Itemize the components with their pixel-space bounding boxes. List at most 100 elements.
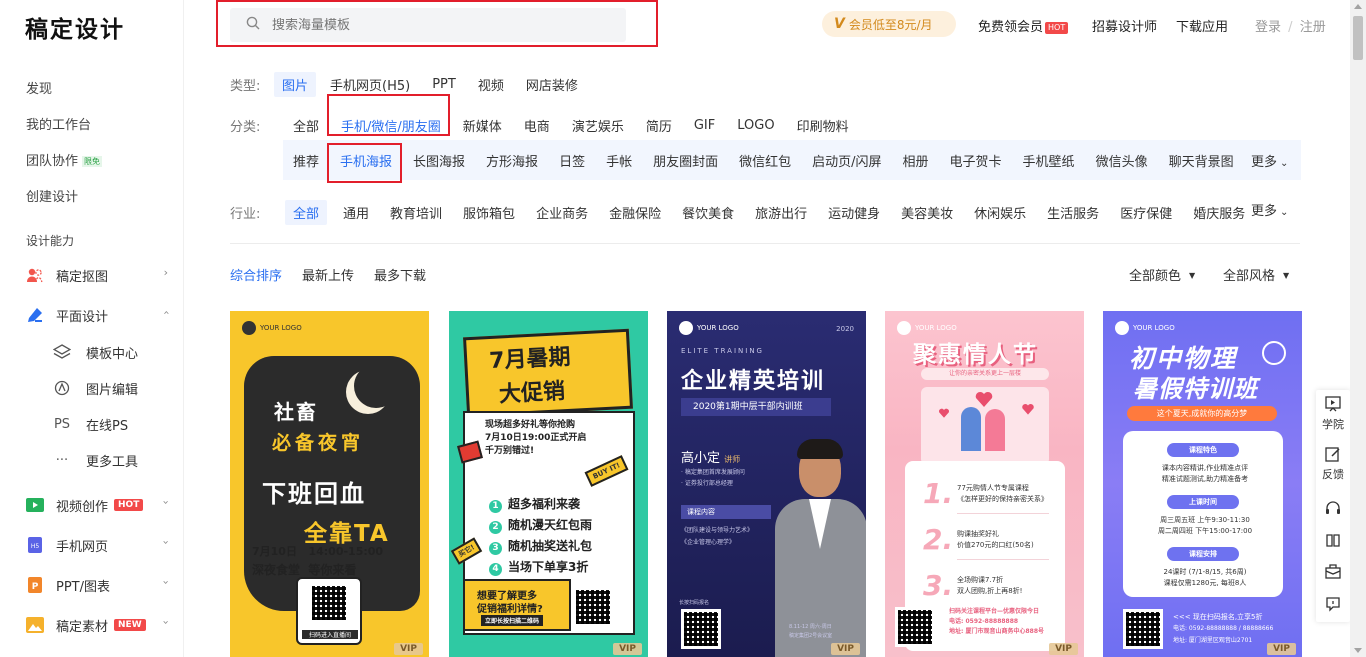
subcategory-more-button[interactable]: 更多 ⌄ [1251,151,1288,170]
sidebar-item-materials[interactable]: 稿定素材 NEW › [26,613,176,637]
type-option-image[interactable]: 图片 [274,72,317,97]
sidebar-link-discover[interactable]: 发现 [26,78,52,97]
recruit-designer-link[interactable]: 招募设计师 [1092,16,1157,35]
sort-comprehensive[interactable]: 综合排序 [230,265,282,284]
subcategory-option[interactable]: 电子贺卡 [950,151,1002,170]
industry-option[interactable]: 教育培训 [390,203,442,222]
category-option-logo[interactable]: LOGO [737,118,774,133]
sidebar-subitem-image-edit[interactable]: 图片编辑 [52,377,138,399]
sidebar-item-cutout[interactable]: 稿定抠图 › [26,263,176,287]
qr-code-image [573,587,613,627]
template-card-valentine[interactable]: YOUR LOGO 聚惠情人节 让你的亲密关系更上一层楼 1. 77元购情人节专… [885,311,1084,657]
subcategory-option[interactable]: 方形海报 [486,151,538,170]
messages-button[interactable] [1316,564,1350,584]
feedback-button[interactable]: 反馈 [1316,446,1350,482]
template-card-physics[interactable]: YOUR LOGO 初中物理 暑假特训班 这个夏天,成就你的高分梦 课程特色 课… [1103,311,1302,657]
scroll-up-arrow-icon[interactable] [1354,4,1362,9]
sidebar-subitem-label: 模板中心 [86,346,139,362]
sidebar-subitem-more-tools[interactable]: ··· 更多工具 [52,449,138,471]
scrollbar-thumb[interactable] [1353,16,1363,60]
brand-logo[interactable]: 稿定设计 [25,10,125,44]
download-app-link[interactable]: 下载应用 [1176,16,1228,35]
card-text: 24课时 (7/1-8/15, 共6周) 课程仅需1280元, 每班8人 [1163,568,1247,587]
sidebar-item-video[interactable]: 视频创作 HOT › [26,493,176,517]
scroll-down-arrow-icon[interactable] [1354,648,1362,653]
style-filter-dropdown[interactable]: 全部风格 ▼ [1223,265,1289,284]
sidebar-item-ppt[interactable]: P PPT/图表 › [26,573,176,597]
guide-button[interactable] [1316,532,1350,552]
card-text: 这个夏天,成就你的高分梦 [1127,406,1277,421]
subcategory-option[interactable]: 微信头像 [1096,151,1148,170]
sidebar-link-team[interactable]: 团队协作 限免 [26,150,103,169]
sidebar-subitem-template-center[interactable]: 模板中心 [52,341,138,363]
qr-code-image [895,607,935,647]
color-filter-dropdown[interactable]: 全部颜色 ▼ [1129,265,1195,284]
sidebar-item-graphic-design[interactable]: 平面设计 › [26,303,176,327]
industry-option[interactable]: 旅游出行 [755,203,807,222]
category-option-print[interactable]: 印刷物料 [797,116,849,135]
industry-option[interactable]: 企业商务 [536,203,588,222]
subcategory-option[interactable]: 推荐 [293,151,319,170]
vip-badge: VIP [1267,643,1296,655]
type-option-ppt[interactable]: PPT [432,77,456,92]
sidebar-subitem-label: 图片编辑 [86,382,139,398]
industry-option-all[interactable]: 全部 [285,200,328,225]
free-member-link[interactable]: 免费领会员 HOT [978,16,1069,35]
academy-button[interactable]: 学院 [1316,396,1350,432]
subcategory-option[interactable]: 微信红包 [739,151,791,170]
sidebar-link-workspace[interactable]: 我的工作台 [26,114,91,133]
caret-down-icon: ▼ [1283,271,1290,280]
subcategory-option[interactable]: 相册 [903,151,929,170]
type-option-video[interactable]: 视频 [478,75,504,94]
template-card-night-snack[interactable]: YOUR LOGO 社畜 必备夜宵 下班回血 全靠TA 7月10日 14:00-… [230,311,429,657]
vip-badge: VIP [831,643,860,655]
category-option-entertainment[interactable]: 演艺娱乐 [572,116,624,135]
subcategory-option[interactable]: 朋友圈封面 [653,151,718,170]
vip-promo-button[interactable]: V 会员低至8元/月 [822,11,956,37]
qr-caption: 扫码进入直播间 [302,630,358,639]
industry-option[interactable]: 医疗保健 [1120,203,1172,222]
card-text: 2020第1期中层干部内训班 [681,398,831,416]
industry-option[interactable]: 生活服务 [1047,203,1099,222]
industry-option[interactable]: 运动健身 [828,203,880,222]
category-option-new-media[interactable]: 新媒体 [463,116,502,135]
sort-newest[interactable]: 最新上传 [302,265,354,284]
comment-button[interactable] [1316,596,1350,616]
template-card-elite-training[interactable]: YOUR LOGO 2020 ELITE TRAINING 企业精英培训 202… [667,311,866,657]
color-filter-label: 全部颜色 [1129,269,1182,284]
type-option-shop[interactable]: 网店装修 [526,75,578,94]
login-link[interactable]: 登录 [1255,20,1281,35]
subcategory-option[interactable]: 聊天背景图 [1169,151,1234,170]
industry-option[interactable]: 通用 [343,203,369,222]
register-link[interactable]: 注册 [1300,20,1326,35]
sort-most-downloads[interactable]: 最多下载 [374,265,426,284]
category-option-gif[interactable]: GIF [694,118,715,133]
industry-option[interactable]: 金融保险 [609,203,661,222]
category-option-all[interactable]: 全部 [293,116,319,135]
industry-option[interactable]: 美容美妆 [901,203,953,222]
subcategory-option[interactable]: 日签 [559,151,585,170]
industry-option[interactable]: 休闲娱乐 [974,203,1026,222]
template-card-summer-sale[interactable]: 7月暑期 大促销 现场超多好礼等你抢购 7月10日19:00正式开启 千万别错过! … [449,311,648,657]
customer-service-button[interactable] [1316,500,1350,520]
category-option-ecommerce[interactable]: 电商 [524,116,550,135]
subcategory-option[interactable]: 启动页/闪屏 [812,151,881,170]
subcategory-option[interactable]: 长图海报 [413,151,465,170]
moon-icon [354,364,398,408]
sidebar-link-create[interactable]: 创建设计 [26,186,78,205]
subcategory-option[interactable]: 手机壁纸 [1023,151,1075,170]
industry-option[interactable]: 餐饮美食 [682,203,734,222]
type-option-h5[interactable]: 手机网页(H5) [330,75,410,94]
industry-option[interactable]: 婚庆服务 [1193,203,1245,222]
industry-more-button[interactable]: 更多 ⌄ [1251,200,1288,219]
chevron-down-icon: › [159,580,173,585]
chevron-down-icon: ⌄ [1280,207,1289,218]
category-option-resume[interactable]: 简历 [646,116,672,135]
subcategory-option[interactable]: 手帐 [606,151,632,170]
industry-option[interactable]: 服饰箱包 [463,203,515,222]
page-scrollbar[interactable] [1350,0,1366,657]
card-list-item: 3 随机抽奖送礼包 [489,537,592,555]
sidebar-subitem-online-ps[interactable]: PS 在线PS [52,413,128,435]
chevron-down-icon: › [159,620,173,625]
sidebar-item-h5[interactable]: H5 手机网页 › [26,533,176,557]
